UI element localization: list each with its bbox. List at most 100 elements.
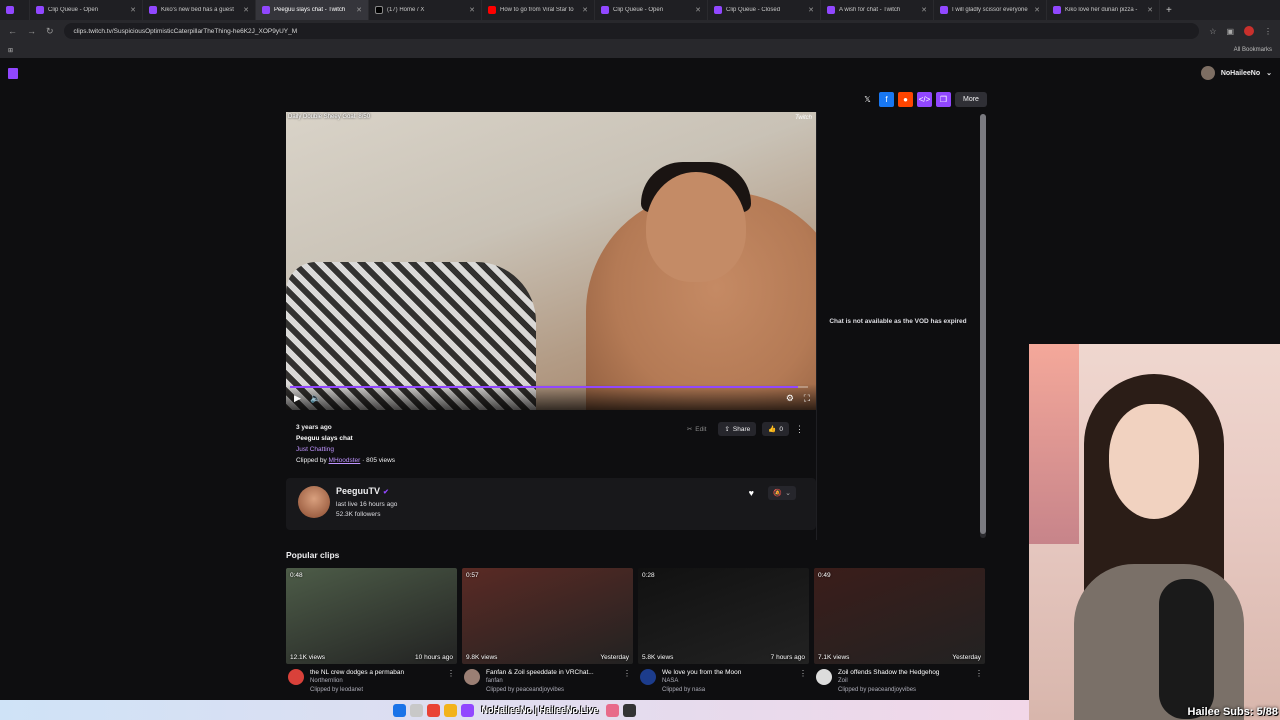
embed-icon[interactable]: </> — [917, 92, 932, 107]
mute-icon[interactable]: 🔈 — [310, 393, 321, 404]
clip-thumbnail[interactable]: 0:57 9.8K views Yesterday — [462, 568, 633, 664]
twitch-icon[interactable] — [461, 703, 475, 717]
close-icon[interactable]: ✕ — [921, 6, 927, 14]
clip-title[interactable]: We love you from the Moon — [662, 669, 802, 676]
browser-tab[interactable] — [0, 0, 30, 20]
channel-avatar[interactable] — [288, 669, 304, 685]
browser-tab[interactable]: Clip Queue - Closed ✕ — [708, 0, 821, 20]
clip-card[interactable]: 0:48 12.1K views 10 hours ago the NL cre… — [286, 568, 457, 693]
tab-title: A wish for chat - Twitch — [839, 7, 901, 13]
more-options-icon[interactable]: ⋮ — [799, 669, 807, 678]
share-button[interactable]: ⇪ Share — [718, 422, 757, 436]
notifications-button[interactable]: 🔕 ⌄ — [768, 486, 796, 500]
browser-tab[interactable]: (17) Home / X ✕ — [369, 0, 482, 20]
verified-icon: ✔ — [383, 489, 389, 496]
app-icon[interactable] — [605, 703, 619, 717]
browser-tab[interactable]: How to go from Viral Star to ✕ — [482, 0, 595, 20]
avatar — [1200, 66, 1215, 80]
url-input[interactable]: clips.twitch.tv/SuspiciousOptimisticCate… — [63, 23, 1200, 39]
play-icon[interactable]: ▶ — [294, 393, 301, 404]
browser-icon[interactable] — [427, 703, 441, 717]
browser-tab[interactable]: Clip Queue - Open ✕ — [595, 0, 708, 20]
browser-tab[interactable]: Kiko love her durian pizza - ✕ — [1047, 0, 1160, 20]
app-icon[interactable] — [622, 703, 636, 717]
more-options-icon[interactable]: ⋮ — [447, 669, 455, 678]
clip-card[interactable]: 0:57 9.8K views Yesterday Fanfan & Zoil … — [462, 568, 633, 693]
scrollbar-thumb[interactable] — [980, 114, 986, 534]
close-icon[interactable]: ✕ — [356, 6, 362, 14]
close-icon[interactable]: ✕ — [243, 6, 249, 14]
clipper-link[interactable]: MHoodster — [329, 457, 361, 464]
more-options-icon[interactable]: ⋮ — [623, 669, 631, 678]
clip-channel[interactable]: Zoil — [838, 678, 848, 684]
all-bookmarks-button[interactable]: All Bookmarks — [1234, 47, 1272, 53]
progress-bar[interactable] — [290, 386, 808, 388]
star-icon[interactable]: ☆ — [1209, 27, 1216, 36]
clipped-by-label: Clipped by — [296, 457, 327, 464]
clip-thumbnail[interactable]: 0:48 12.1K views 10 hours ago — [286, 568, 457, 664]
browser-tab[interactable]: A wish for chat - Twitch ✕ — [821, 0, 934, 20]
search-icon[interactable] — [410, 703, 424, 717]
apps-icon[interactable]: ⊞ — [8, 47, 13, 54]
clip-channel[interactable]: fanfan — [486, 678, 503, 684]
browser-tab[interactable]: Kiko's new bed has a guest ✕ — [143, 0, 256, 20]
clip-age: 10 hours ago — [415, 654, 453, 661]
clip-title[interactable]: Zoil offends Shadow the Hedgehog — [838, 669, 978, 676]
close-icon[interactable]: ✕ — [1147, 6, 1153, 14]
forward-icon[interactable]: → — [27, 26, 36, 36]
clip-title[interactable]: the NL crew dodges a permaban — [310, 669, 450, 676]
channel-avatar[interactable] — [298, 486, 330, 518]
facebook-share-icon[interactable]: f — [879, 92, 894, 107]
share-toolbar: 𝕏 f ● </> ❐ More — [860, 92, 987, 107]
close-icon[interactable]: ✕ — [582, 6, 588, 14]
profile-avatar[interactable] — [1244, 26, 1254, 36]
folder-icon[interactable] — [444, 703, 458, 717]
back-icon[interactable]: ← — [8, 26, 17, 36]
start-icon[interactable] — [393, 703, 407, 717]
edit-button[interactable]: ✂ Edit — [681, 422, 713, 436]
clip-title[interactable]: Fanfan & Zoil speeddate in VRChat... — [486, 669, 626, 676]
channel-avatar[interactable] — [816, 669, 832, 685]
x-share-icon[interactable]: 𝕏 — [860, 92, 875, 107]
microphone — [1159, 579, 1214, 719]
bookmarks-bar: ⊞ All Bookmarks — [0, 42, 1280, 58]
clip-channel[interactable]: Northernlion — [310, 678, 343, 684]
close-icon[interactable]: ✕ — [130, 6, 136, 14]
browser-tab[interactable]: Clip Queue - Open ✕ — [30, 0, 143, 20]
video-player[interactable]: Daily Double Sheey Goal: 8/50 Twitch ▶ 🔈… — [286, 112, 816, 410]
like-button[interactable]: 👍 0 — [762, 422, 789, 436]
clip-channel[interactable]: NASA — [662, 678, 678, 684]
user-menu[interactable]: NoHaileeNo ⌄ — [1200, 66, 1272, 80]
twitch-icon — [827, 6, 835, 14]
channel-name[interactable]: PeeguuTV ✔ — [336, 486, 389, 496]
channel-avatar[interactable] — [464, 669, 480, 685]
follow-heart-icon[interactable]: ♥ — [749, 488, 754, 498]
twitch-logo-icon[interactable] — [8, 67, 18, 79]
menu-icon[interactable]: ⋮ — [1264, 27, 1272, 36]
browser-tab-active[interactable]: Peeguu slays chat - Twitch ✕ — [256, 0, 369, 20]
close-icon[interactable]: ✕ — [808, 6, 814, 14]
clip-card[interactable]: 0:28 5.8K views 7 hours ago We love you … — [638, 568, 809, 693]
browser-tab[interactable]: I will gladly scissor everyone ✕ — [934, 0, 1047, 20]
reload-icon[interactable]: ↻ — [46, 26, 54, 37]
category-link[interactable]: Just Chatting — [296, 444, 395, 455]
clip-thumbnail[interactable]: 0:49 7.1K views Yesterday — [814, 568, 985, 664]
more-options-icon[interactable]: ⋮ — [795, 424, 804, 435]
close-icon[interactable]: ✕ — [1034, 6, 1040, 14]
clip-thumbnail[interactable]: 0:28 5.8K views 7 hours ago — [638, 568, 809, 664]
more-button[interactable]: More — [955, 92, 987, 107]
close-icon[interactable]: ✕ — [695, 6, 701, 14]
last-live: last live 16 hours ago — [336, 501, 398, 508]
fullscreen-icon[interactable]: ⛶ — [804, 393, 810, 404]
new-tab-button[interactable]: + — [1160, 0, 1184, 20]
channel-avatar[interactable] — [640, 669, 656, 685]
more-options-icon[interactable]: ⋮ — [975, 669, 983, 678]
settings-icon[interactable]: ⚙ — [786, 393, 794, 404]
extensions-icon[interactable]: ▣ — [1226, 27, 1234, 36]
close-icon[interactable]: ✕ — [469, 6, 475, 14]
reddit-share-icon[interactable]: ● — [898, 92, 913, 107]
clip-age: Yesterday — [952, 654, 981, 661]
copy-link-icon[interactable]: ❐ — [936, 92, 951, 107]
scrollbar[interactable] — [980, 114, 986, 538]
clip-card[interactable]: 0:49 7.1K views Yesterday Zoil offends S… — [814, 568, 985, 693]
